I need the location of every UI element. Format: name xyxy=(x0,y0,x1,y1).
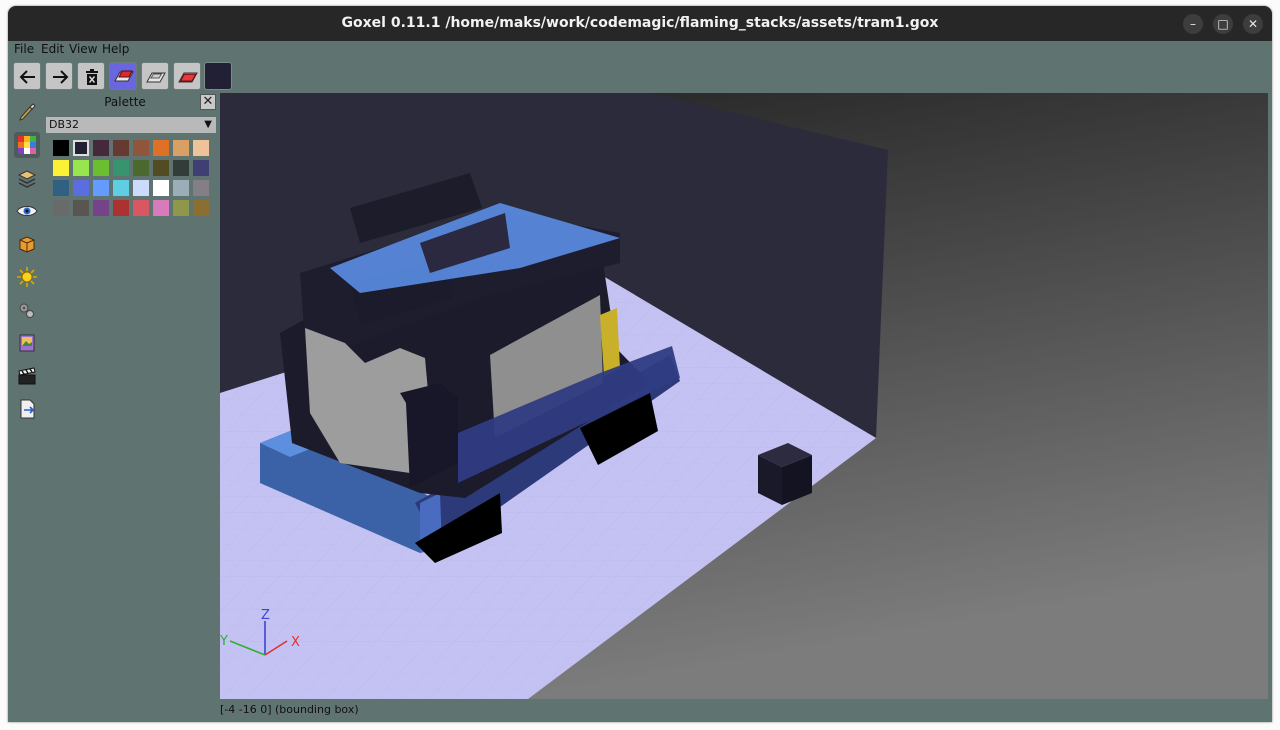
sidebar-item-save-export[interactable] xyxy=(14,396,40,422)
delete-button[interactable] xyxy=(77,62,105,90)
layers-icon xyxy=(17,170,37,188)
undo-button[interactable] xyxy=(13,62,41,90)
close-button[interactable]: ✕ xyxy=(1243,14,1263,34)
palette-swatch[interactable] xyxy=(53,140,69,156)
menu-file[interactable]: File xyxy=(14,42,34,56)
palette-title: Palette xyxy=(104,95,146,109)
maximize-button[interactable]: □ xyxy=(1213,14,1233,34)
palette-swatch[interactable] xyxy=(93,160,109,176)
sidebar-item-palette[interactable] xyxy=(14,132,40,158)
status-bar: [-4 -16 0] (bounding box) xyxy=(220,703,359,716)
3d-viewport[interactable]: Z X Y xyxy=(220,93,1268,699)
palette-swatch[interactable] xyxy=(113,160,129,176)
subtract-mode-button[interactable] xyxy=(141,62,169,90)
sidebar-item-light[interactable] xyxy=(14,264,40,290)
palette-swatch[interactable] xyxy=(193,140,209,156)
arrow-right-icon xyxy=(53,70,69,84)
palette-swatch[interactable] xyxy=(133,160,149,176)
paint-mode-button[interactable] xyxy=(173,62,201,90)
palette-select[interactable]: DB32 ▼ xyxy=(46,117,216,133)
scene-view: Z X Y xyxy=(220,93,1268,699)
axis-label-y: Y xyxy=(220,634,228,649)
toolbar xyxy=(8,59,1272,93)
palette-swatch[interactable] xyxy=(93,200,109,216)
palette-swatch[interactable] xyxy=(73,140,89,156)
palette-swatch[interactable] xyxy=(153,200,169,216)
palette-swatch[interactable] xyxy=(193,200,209,216)
axis-label-z: Z xyxy=(261,608,270,623)
palette-icon xyxy=(18,136,36,154)
palette-swatch[interactable] xyxy=(193,160,209,176)
palette-swatch[interactable] xyxy=(53,160,69,176)
minimize-button[interactable]: – xyxy=(1183,14,1203,34)
image-icon xyxy=(19,334,35,352)
sidebar-item-view[interactable] xyxy=(14,198,40,224)
eraser-icon xyxy=(146,72,166,83)
sidebar-item-material[interactable] xyxy=(14,231,40,257)
palette-swatch[interactable] xyxy=(53,180,69,196)
palette-swatch[interactable] xyxy=(133,140,149,156)
palette-swatch[interactable] xyxy=(93,180,109,196)
palette-swatch[interactable] xyxy=(113,200,129,216)
sidebar-item-layers[interactable] xyxy=(14,165,40,191)
current-color-swatch[interactable] xyxy=(204,62,232,90)
paint-brush-icon xyxy=(178,72,198,83)
palette-swatch[interactable] xyxy=(173,160,189,176)
palette-swatch[interactable] xyxy=(193,180,209,196)
palette-swatch[interactable] xyxy=(73,180,89,196)
redo-button[interactable] xyxy=(45,62,73,90)
palette-swatch[interactable] xyxy=(173,200,189,216)
add-brush-icon xyxy=(114,70,134,82)
gears-icon xyxy=(19,303,34,318)
trash-icon xyxy=(86,69,98,85)
menu-edit[interactable]: Edit xyxy=(41,42,64,56)
palette-swatch[interactable] xyxy=(173,180,189,196)
sidebar-item-image[interactable] xyxy=(14,330,40,356)
palette-close-button[interactable]: ✕ xyxy=(200,94,216,110)
sidebar-item-animation[interactable] xyxy=(14,363,40,389)
axis-label-x: X xyxy=(291,635,300,650)
sidebar xyxy=(8,93,44,705)
sidebar-item-tools[interactable] xyxy=(14,99,40,125)
palette-select-value: DB32 xyxy=(49,118,80,131)
file-export-icon xyxy=(20,399,35,419)
palette-swatch[interactable] xyxy=(93,140,109,156)
palette-swatch[interactable] xyxy=(113,140,129,156)
palette-swatch[interactable] xyxy=(113,180,129,196)
palette-swatch[interactable] xyxy=(153,140,169,156)
palette-swatch[interactable] xyxy=(133,180,149,196)
palette-panel: Palette ✕ DB32 ▼ xyxy=(44,93,220,705)
window-title: Goxel 0.11.1 /home/maks/work/codemagic/f… xyxy=(341,15,939,31)
palette-swatch[interactable] xyxy=(73,200,89,216)
menu-bar: File Edit View Help xyxy=(8,41,1272,59)
arrow-left-icon xyxy=(19,70,35,84)
palette-swatch[interactable] xyxy=(53,200,69,216)
add-mode-button[interactable] xyxy=(109,62,137,90)
menu-view[interactable]: View xyxy=(69,42,97,56)
palette-swatch[interactable] xyxy=(133,200,149,216)
palette-swatch[interactable] xyxy=(153,160,169,176)
brush-icon xyxy=(19,103,36,121)
chevron-down-icon: ▼ xyxy=(204,119,212,130)
app-window: Goxel 0.11.1 /home/maks/work/codemagic/f… xyxy=(8,6,1272,722)
sidebar-item-export[interactable] xyxy=(14,297,40,323)
palette-swatch[interactable] xyxy=(153,180,169,196)
menu-help[interactable]: Help xyxy=(102,42,129,56)
cube-icon xyxy=(19,236,35,253)
clapper-icon xyxy=(18,367,36,385)
palette-swatch[interactable] xyxy=(173,140,189,156)
small-voxel-cube xyxy=(758,443,812,505)
eye-icon xyxy=(16,206,38,216)
title-bar[interactable]: Goxel 0.11.1 /home/maks/work/codemagic/f… xyxy=(8,6,1272,41)
palette-swatch[interactable] xyxy=(73,160,89,176)
sun-icon xyxy=(17,267,37,287)
